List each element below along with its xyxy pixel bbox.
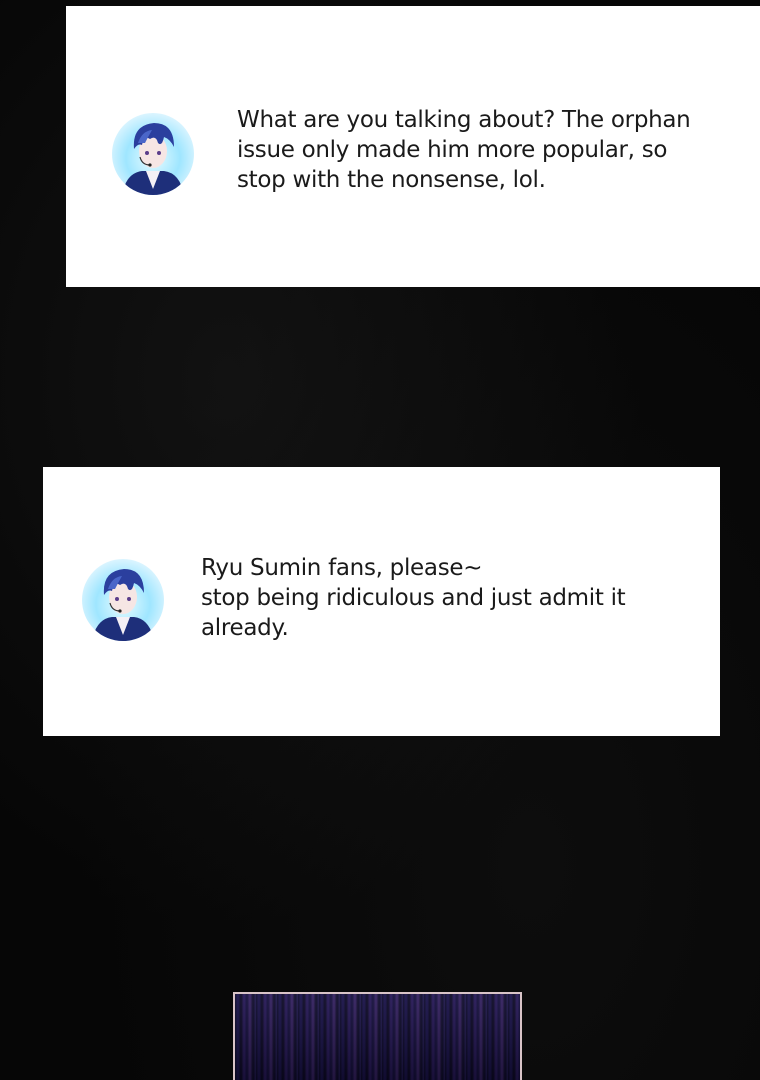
user-avatar-icon[interactable] (82, 559, 164, 641)
user-avatar-icon[interactable] (112, 113, 194, 195)
comment-text: What are you talking about? The orphan i… (237, 107, 691, 193)
comment-text: Ryu Sumin fans, please~ stop being ridic… (201, 555, 626, 641)
comment-card: Ryu Sumin fans, please~ stop being ridic… (43, 467, 720, 736)
comment-card: What are you talking about? The orphan i… (66, 6, 760, 287)
next-panel-image (233, 992, 522, 1080)
